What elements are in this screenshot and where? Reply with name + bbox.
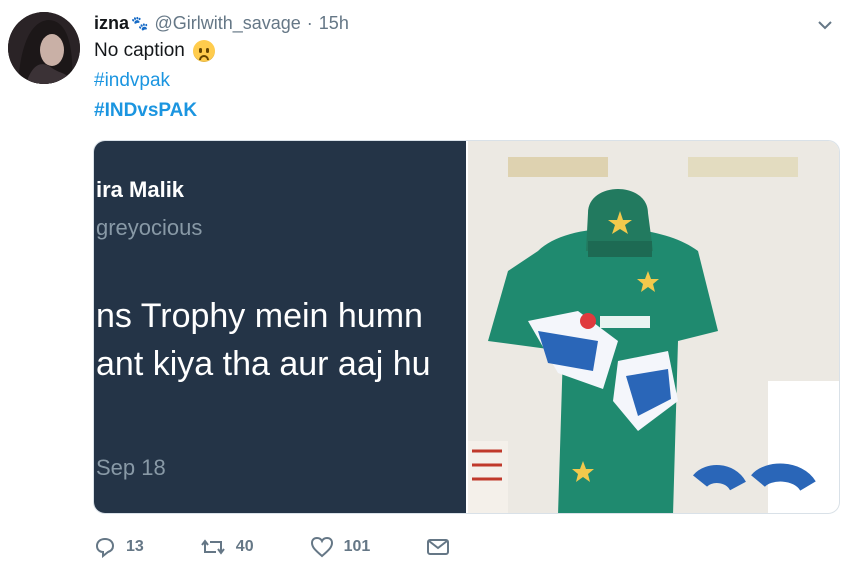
author-handle[interactable]: @Girlwith_savage bbox=[154, 13, 300, 34]
quoted-name: ira Malik bbox=[96, 177, 185, 202]
retweet-count: 40 bbox=[235, 538, 254, 555]
tweet-actions: 13 40 101 bbox=[94, 536, 516, 558]
author-name[interactable]: izna bbox=[94, 13, 129, 34]
quoted-text-line: ns Trophy mein humn bbox=[96, 297, 423, 335]
quoted-handle: greyocious bbox=[96, 215, 203, 240]
avatar-image bbox=[8, 12, 80, 84]
chevron-down-icon[interactable] bbox=[814, 14, 836, 36]
heart-icon bbox=[310, 536, 333, 558]
avatar[interactable] bbox=[8, 12, 80, 84]
paw-icon: 🐾 bbox=[131, 14, 149, 31]
screenshot-image: ira Malik greyocious ns Trophy mein humn… bbox=[94, 141, 466, 513]
frown-emoji-icon bbox=[192, 40, 215, 62]
retweet-button[interactable]: 40 bbox=[200, 536, 254, 558]
like-count: 101 bbox=[343, 538, 371, 555]
caption-text: No caption bbox=[94, 40, 185, 61]
tweet-timestamp[interactable]: 15h bbox=[319, 13, 349, 34]
reply-icon bbox=[95, 537, 115, 558]
retweet-icon bbox=[200, 539, 225, 555]
hashtag-link[interactable]: #INDvsPAK bbox=[94, 100, 197, 122]
tweet-text: No caption bbox=[94, 40, 215, 62]
header-separator: · bbox=[306, 12, 313, 33]
tweet-media[interactable]: ira Malik greyocious ns Trophy mein humn… bbox=[93, 140, 840, 514]
hashtag-link[interactable]: #indvpak bbox=[94, 70, 170, 92]
envelope-icon bbox=[427, 539, 450, 555]
direct-message-button[interactable] bbox=[426, 537, 460, 557]
quoted-date: Sep 18 bbox=[96, 455, 166, 480]
like-button[interactable]: 101 bbox=[310, 536, 371, 558]
cricket-keeper-photo-icon bbox=[468, 141, 839, 513]
reply-button[interactable]: 13 bbox=[94, 536, 144, 558]
cricket-keeper-photo bbox=[468, 141, 839, 513]
reply-count: 13 bbox=[126, 538, 144, 555]
quoted-text-line: ant kiya tha aur aaj hu bbox=[96, 345, 431, 383]
tweet-header: izna 🐾 @Girlwith_savage · 15h bbox=[94, 11, 349, 35]
